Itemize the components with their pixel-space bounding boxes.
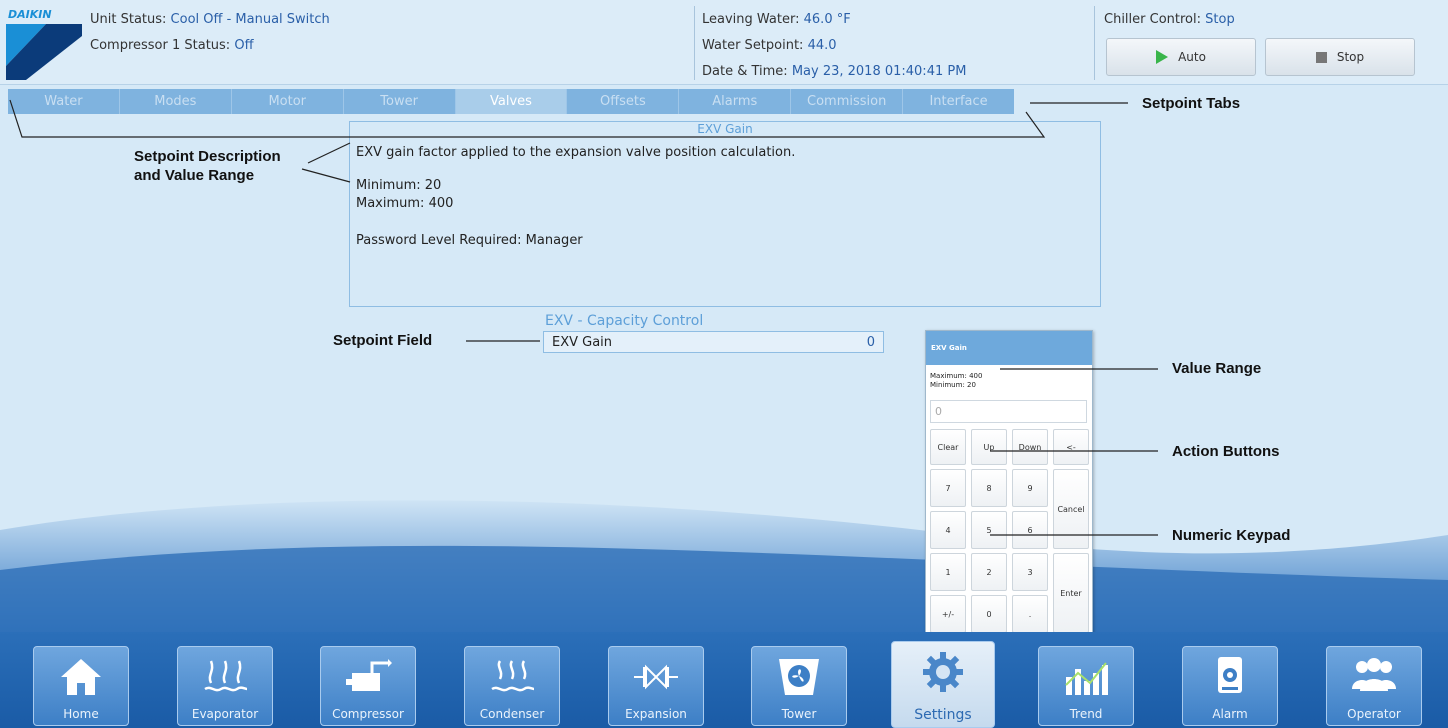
- gear-icon: [923, 652, 963, 692]
- description-password: Password Level Required: Manager: [356, 233, 583, 248]
- annotation-action-buttons: Action Buttons: [1172, 443, 1280, 460]
- tab-modes[interactable]: Modes: [120, 89, 232, 114]
- stop-icon: [1315, 51, 1327, 63]
- chiller-control-status: Chiller Control: Stop: [1104, 12, 1235, 27]
- status-header: DAIKIN Unit Status: Cool Off - Manual Sw…: [0, 0, 1448, 85]
- keypad-title: EXV Gain: [926, 331, 1092, 365]
- annotation-description-line1: Setpoint Description: [134, 148, 281, 165]
- expansion-valve-icon: [634, 664, 678, 690]
- tab-motor[interactable]: Motor: [232, 89, 344, 114]
- nav-settings[interactable]: Settings: [891, 641, 995, 728]
- key-0[interactable]: 0: [971, 595, 1007, 633]
- setpoint-description-panel: EXV Gain EXV gain factor applied to the …: [349, 121, 1101, 307]
- play-icon: [1156, 50, 1169, 64]
- annotation-description-line2: and Value Range: [134, 167, 255, 184]
- date-time: Date & Time: May 23, 2018 01:40:41 PM: [702, 64, 967, 79]
- key-8[interactable]: 8: [971, 469, 1007, 507]
- enter-button[interactable]: Enter: [1053, 553, 1089, 633]
- exv-gain-setpoint-field[interactable]: EXV Gain 0: [543, 331, 884, 353]
- annotation-setpoint-tabs: Setpoint Tabs: [1142, 95, 1241, 112]
- key-5[interactable]: 5: [971, 511, 1007, 549]
- stop-button[interactable]: Stop: [1265, 38, 1415, 76]
- trend-chart-icon: [1065, 662, 1108, 695]
- description-title: EXV Gain: [697, 122, 753, 136]
- clear-button[interactable]: Clear: [930, 429, 966, 465]
- annotation-setpoint-field: Setpoint Field: [333, 332, 433, 349]
- nav-alarm[interactable]: Alarm: [1182, 646, 1278, 726]
- annotation-value-range: Value Range: [1172, 360, 1262, 377]
- setpoint-name: EXV Gain: [552, 335, 613, 350]
- tower-fan-icon: [779, 659, 819, 695]
- nav-condenser[interactable]: Condenser: [464, 646, 560, 726]
- numeric-keypad-dialog: EXV Gain Maximum: 400 Minimum: 20 0 Clea…: [925, 330, 1093, 635]
- key-1[interactable]: 1: [930, 553, 966, 591]
- annotation-numeric-keypad: Numeric Keypad: [1172, 527, 1291, 544]
- header-divider: [694, 6, 695, 80]
- key-6[interactable]: 6: [1012, 511, 1048, 549]
- daikin-logo: DAIKIN: [6, 8, 82, 80]
- tab-interface[interactable]: Interface: [903, 89, 1014, 114]
- nav-compressor[interactable]: Compressor: [320, 646, 416, 726]
- description-text: EXV gain factor applied to the expansion…: [356, 145, 796, 160]
- compressor-status: Compressor 1 Status: Off: [90, 38, 254, 53]
- key-9[interactable]: 9: [1012, 469, 1048, 507]
- operator-icon: [1352, 658, 1396, 691]
- down-button[interactable]: Down: [1012, 429, 1048, 465]
- auto-button[interactable]: Auto: [1106, 38, 1256, 76]
- nav-trend[interactable]: Trend: [1038, 646, 1134, 726]
- leaving-water: Leaving Water: 46.0 °F: [702, 12, 851, 27]
- hmi-screen: DAIKIN Unit Status: Cool Off - Manual Sw…: [0, 0, 1448, 728]
- compressor-icon: [346, 659, 392, 691]
- key-plus-minus[interactable]: +/-: [930, 595, 966, 633]
- keypad-input[interactable]: 0: [930, 400, 1087, 423]
- home-icon: [61, 659, 101, 695]
- description-maximum: Maximum: 400: [356, 196, 454, 211]
- tab-water[interactable]: Water: [8, 89, 120, 114]
- tab-commission[interactable]: Commission: [791, 89, 904, 114]
- tab-offsets[interactable]: Offsets: [567, 89, 680, 114]
- setpoint-tabs: Water Modes Motor Tower Valves Offsets A…: [8, 89, 1014, 114]
- unit-status: Unit Status: Cool Off - Manual Switch: [90, 12, 330, 27]
- up-button[interactable]: Up: [971, 429, 1007, 465]
- description-minimum: Minimum: 20: [356, 178, 442, 193]
- tab-tower[interactable]: Tower: [344, 89, 456, 114]
- cancel-button[interactable]: Cancel: [1053, 469, 1089, 549]
- svg-text:DAIKIN: DAIKIN: [8, 8, 52, 21]
- keypad-minimum: Minimum: 20: [930, 381, 976, 389]
- setpoint-value: 0: [866, 335, 875, 350]
- setpoint-group-title: EXV - Capacity Control: [545, 313, 704, 329]
- alarm-icon: [1218, 657, 1242, 693]
- tab-valves[interactable]: Valves: [455, 89, 568, 114]
- key-2[interactable]: 2: [971, 553, 1007, 591]
- water-setpoint: Water Setpoint: 44.0: [702, 38, 837, 53]
- nav-evaporator[interactable]: Evaporator: [177, 646, 273, 726]
- key-7[interactable]: 7: [930, 469, 966, 507]
- backspace-button[interactable]: <-: [1053, 429, 1089, 465]
- header-divider: [1094, 6, 1095, 80]
- evaporator-icon: [204, 660, 248, 692]
- key-4[interactable]: 4: [930, 511, 966, 549]
- nav-expansion[interactable]: Expansion: [608, 646, 704, 726]
- tab-alarms[interactable]: Alarms: [679, 89, 792, 114]
- keypad-maximum: Maximum: 400: [930, 372, 983, 380]
- condenser-icon: [491, 660, 535, 692]
- key-3[interactable]: 3: [1012, 553, 1048, 591]
- key-decimal[interactable]: .: [1012, 595, 1048, 633]
- nav-operator[interactable]: Operator: [1326, 646, 1422, 726]
- nav-home[interactable]: Home: [33, 646, 129, 726]
- nav-tower[interactable]: Tower: [751, 646, 847, 726]
